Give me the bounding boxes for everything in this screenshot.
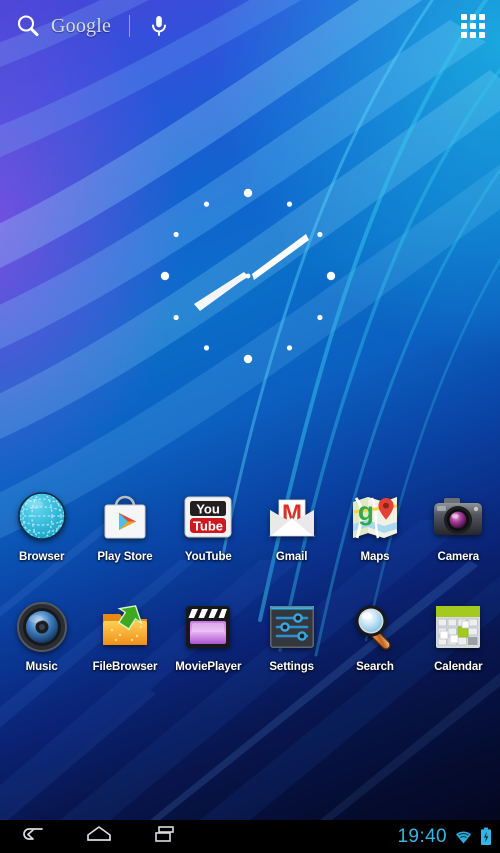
gmail-envelope-icon: M (265, 490, 319, 544)
google-search-widget[interactable]: Google (14, 6, 172, 46)
grid-dot (479, 23, 485, 29)
analog-clock-widget[interactable] (148, 176, 348, 376)
youtube-icon: You Tube (181, 490, 235, 544)
app-browser[interactable]: Browser (0, 488, 83, 598)
movie-player-clapperboard-icon (181, 600, 235, 654)
app-row: Music FileBrowser MoviePlayer Settings S… (0, 598, 500, 708)
app-label: YouTube (184, 551, 232, 563)
back-arrow-icon (20, 824, 46, 849)
clock-minute-hand (208, 234, 309, 300)
app-play-store[interactable]: Play Store (83, 488, 166, 598)
app-search[interactable]: Search (333, 598, 416, 708)
app-row: Browser Play Store You Tube YouTube M Gm… (0, 488, 500, 598)
file-browser-folder-icon (98, 600, 152, 654)
microphone-icon[interactable] (146, 13, 172, 39)
app-gmail[interactable]: M Gmail (250, 488, 333, 598)
app-label: Settings (269, 661, 314, 673)
search-divider (129, 15, 131, 37)
status-area: 19:40 (397, 820, 492, 853)
app-label: Calendar (434, 661, 483, 673)
app-label: Search (356, 661, 394, 673)
maps-icon: g (348, 490, 402, 544)
app-label: Gmail (275, 551, 308, 563)
grid-dot (461, 32, 467, 38)
app-label: Browser (19, 551, 65, 563)
home-icon (85, 824, 113, 849)
app-label: Camera (437, 551, 480, 563)
app-icon-grid: Browser Play Store You Tube YouTube M Gm… (0, 488, 500, 708)
search-icon (14, 12, 42, 40)
svg-text:You: You (197, 501, 221, 516)
app-label: FileBrowser (92, 661, 158, 673)
back-button[interactable] (0, 820, 66, 853)
app-label: Play Store (97, 551, 153, 563)
status-clock[interactable]: 19:40 (397, 826, 447, 848)
google-wordmark: Google (51, 14, 112, 37)
grid-dot (479, 14, 485, 20)
app-music[interactable]: Music (0, 598, 83, 708)
recent-apps-button[interactable] (132, 820, 198, 853)
browser-globe-icon (15, 490, 69, 544)
grid-dot (479, 32, 485, 38)
wifi-icon[interactable] (454, 827, 473, 846)
app-label: Maps (360, 551, 390, 563)
camera-icon (431, 490, 485, 544)
play-store-icon (98, 490, 152, 544)
app-youtube[interactable]: You Tube YouTube (167, 488, 250, 598)
app-calendar[interactable]: Calendar (417, 598, 500, 708)
battery-charging-icon[interactable] (480, 827, 492, 846)
clock-center-pin (245, 273, 251, 279)
app-file-browser[interactable]: FileBrowser (83, 598, 166, 708)
navigation-bar: 19:40 (0, 820, 500, 853)
app-label: Music (25, 661, 58, 673)
calendar-icon (431, 600, 485, 654)
google-search-bar[interactable]: Google (0, 0, 500, 52)
grid-dot (470, 32, 476, 38)
svg-text:g: g (358, 496, 374, 526)
search-magnifier-icon (348, 600, 402, 654)
settings-sliders-icon (265, 600, 319, 654)
grid-dot (461, 23, 467, 29)
grid-dot (470, 14, 476, 20)
app-maps[interactable]: g Maps (333, 488, 416, 598)
app-movie-player[interactable]: MoviePlayer (167, 598, 250, 708)
app-drawer-grid-icon[interactable] (460, 13, 486, 39)
home-button[interactable] (66, 820, 132, 853)
app-settings[interactable]: Settings (250, 598, 333, 708)
app-label: MoviePlayer (175, 661, 242, 673)
grid-dot (461, 14, 467, 20)
recent-apps-icon (152, 824, 178, 849)
svg-text:Tube: Tube (193, 518, 223, 533)
grid-dot (470, 23, 476, 29)
app-camera[interactable]: Camera (417, 488, 500, 598)
music-speaker-icon (15, 600, 69, 654)
